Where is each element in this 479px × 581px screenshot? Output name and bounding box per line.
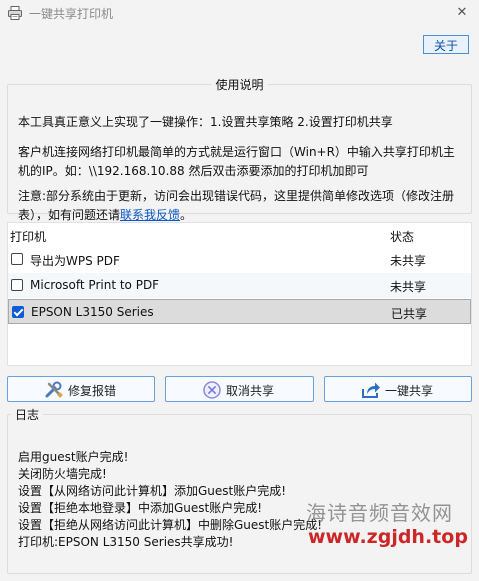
printer-icon	[8, 6, 22, 20]
printer-row-selected[interactable]: EPSON L3150 Series 已共享	[8, 299, 471, 324]
wrench-tools-icon	[45, 381, 63, 398]
printer-name: Microsoft Print to PDF	[30, 278, 160, 292]
printer-row[interactable]: Microsoft Print to PDF 未共享	[8, 273, 471, 298]
usage-legend: 使用说明	[215, 78, 264, 92]
cancel-share-button[interactable]: 取消共享	[165, 376, 314, 402]
log-line: 设置【拒绝本地登录】中添加Guest账户完成!	[18, 501, 263, 515]
cancel-circle-icon	[203, 381, 221, 399]
printer-row[interactable]: 导出为WPS PDF 未共享	[8, 247, 471, 272]
printer-status: 未共享	[390, 254, 427, 268]
printer-name: EPSON L3150 Series	[31, 305, 154, 319]
share-arrow-icon	[362, 382, 380, 398]
log-line: 设置【从网络访问此计算机】添加Guest账户完成!	[18, 484, 287, 498]
one-click-share-button[interactable]: 一键共享	[324, 376, 472, 402]
printer-checkbox-checked[interactable]	[12, 306, 24, 318]
repair-errors-button[interactable]: 修复报错	[7, 376, 155, 402]
log-line: 关闭防火墙完成!	[18, 467, 107, 481]
log-legend: 日志	[15, 408, 40, 422]
usage-instructions-group: 使用说明 本工具真正意义上实现了一键操作：1.设置共享策略 2.设置打印机共享 …	[7, 76, 472, 222]
about-button[interactable]: 关于	[423, 35, 469, 54]
log-line: 设置【拒绝从网络访问此计算机】中删除Guest账户完成!	[18, 518, 323, 532]
printer-checkbox[interactable]	[11, 253, 23, 265]
printer-status: 未共享	[390, 280, 427, 294]
column-header-printer: 打印机	[10, 230, 47, 244]
one-click-share-label: 一键共享	[385, 384, 434, 398]
feedback-link[interactable]: 联系我反馈	[120, 208, 180, 222]
usage-note-text: 注意:部分系统由于更新，访问会出现错误代码，这里提供简单修改选项（修改注册表），…	[18, 189, 455, 222]
printer-name: 导出为WPS PDF	[30, 254, 120, 268]
log-list: 启用guest账户完成! 关闭防火墙完成! 设置【从网络访问此计算机】添加Gue…	[18, 449, 322, 551]
usage-line-2: 客户机连接网络打印机最简单的方式就是运行窗口（Win+R）中输入共享打印机主机的…	[18, 145, 455, 178]
usage-line-3: 注意:部分系统由于更新，访问会出现错误代码，这里提供简单修改选项（修改注册表），…	[18, 187, 466, 225]
printer-checkbox[interactable]	[11, 279, 23, 291]
printer-list: 打印机 状态 导出为WPS PDF 未共享 Microsoft Print to…	[7, 222, 472, 366]
column-header-status: 状态	[390, 230, 415, 244]
repair-errors-label: 修复报错	[68, 384, 117, 398]
log-line: 启用guest账户完成!	[18, 450, 129, 464]
close-icon[interactable]: ✕	[451, 2, 473, 24]
log-group: 日志 启用guest账户完成! 关闭防火墙完成! 设置【从网络访问此计算机】添加…	[7, 406, 472, 574]
window-title: 一键共享打印机	[29, 7, 114, 21]
watermark-site-name: 海诗音频音效网	[306, 501, 453, 525]
log-line: 打印机:EPSON L3150 Series共享成功!	[18, 535, 234, 549]
usage-note-end: 。	[180, 208, 193, 222]
usage-line-1: 本工具真正意义上实现了一键操作：1.设置共享策略 2.设置打印机共享	[18, 115, 393, 129]
cancel-share-label: 取消共享	[226, 384, 275, 398]
title-bar: 一键共享打印机 ✕	[0, 0, 479, 26]
printer-status: 已共享	[391, 307, 428, 321]
watermark-url: www.zgjdh.top	[308, 526, 468, 548]
